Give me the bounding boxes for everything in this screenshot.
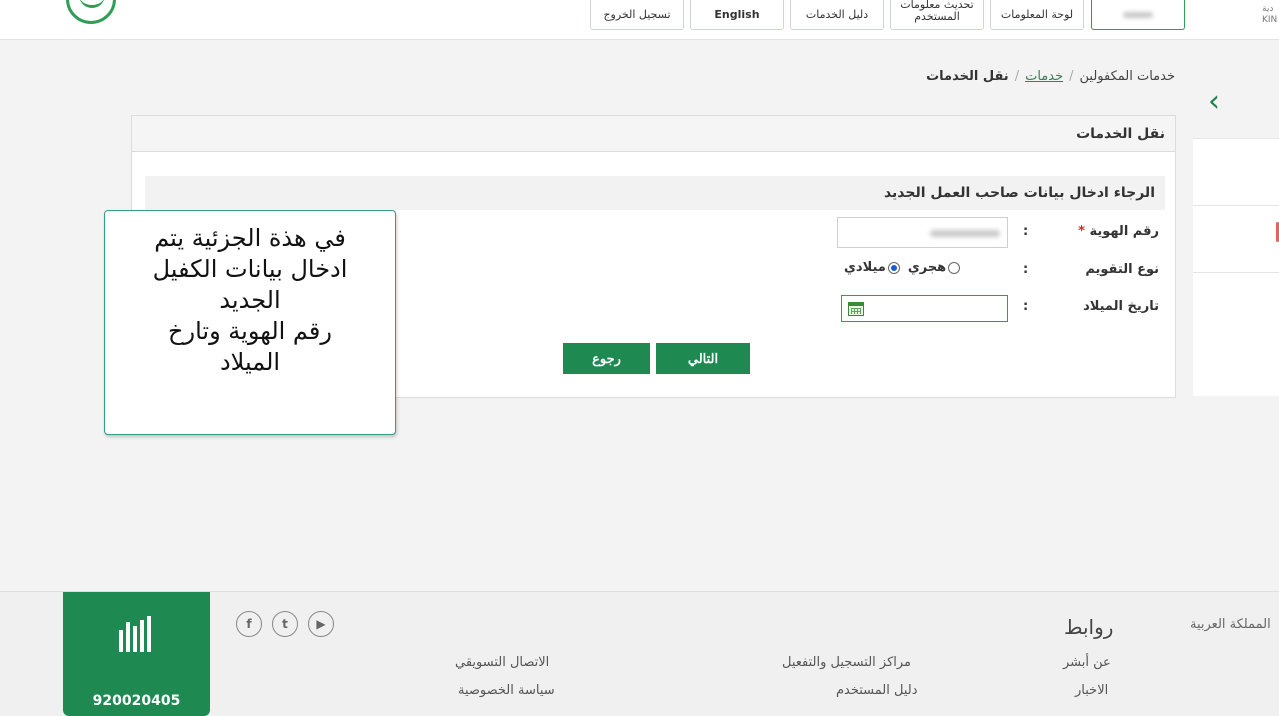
back-button[interactable]: رجوع <box>563 343 650 374</box>
side-menu-panel <box>1193 138 1279 396</box>
youtube-icon[interactable]: ▶ <box>308 611 334 637</box>
callout-line: في هذة الجزئية يتم <box>154 224 346 252</box>
footer-link-registration-centers[interactable]: مراكز التسجيل والتفعيل <box>782 655 911 670</box>
update-user-info-line1: تحديث معلومات <box>900 0 974 11</box>
id-number-input[interactable] <box>837 217 1008 248</box>
next-button[interactable]: التالي <box>656 343 750 374</box>
callout-line: ادخال بيانات الكفيل <box>152 255 348 283</box>
update-user-info-button[interactable]: تحديث معلومات المستخدم <box>890 0 984 30</box>
hijri-radio[interactable] <box>948 261 961 274</box>
services-guide-button[interactable]: دليل الخدمات <box>790 0 884 30</box>
calendar-icon[interactable] <box>848 302 864 316</box>
footer-link-privacy[interactable]: سياسة الخصوصية <box>458 683 555 698</box>
breadcrumb-root[interactable]: خدمات المكفولين <box>1080 69 1176 84</box>
support-phone-number: 920020405 <box>92 693 181 709</box>
twitter-icon[interactable]: t <box>272 611 298 637</box>
top-navigation-bar: تسجيل الخروج English دليل الخدمات تحديث … <box>0 0 1279 40</box>
gregorian-radio-option[interactable]: ميلادي <box>844 260 900 275</box>
birthdate-input[interactable] <box>841 295 1008 322</box>
annotation-callout: في هذة الجزئية يتم ادخال بيانات الكفيل ا… <box>104 210 396 435</box>
side-menu-divider <box>1193 272 1279 273</box>
user-name-button[interactable] <box>1091 0 1185 30</box>
hijri-label: هجري <box>907 260 947 275</box>
calendar-type-radio-group: هجري ميلادي <box>844 260 961 275</box>
breadcrumb: خدمات المكفولين / خدمات / نقل الخدمات <box>926 69 1175 84</box>
blurred-user-name <box>1123 11 1153 18</box>
callout-line: الميلاد <box>219 348 281 376</box>
footer-link-about[interactable]: عن أبشر <box>1063 655 1111 670</box>
header-corner-text: دية KIN <box>1262 4 1277 26</box>
gregorian-label: ميلادي <box>844 260 886 275</box>
footer-corner-text: المملكة العربية <box>1190 617 1271 632</box>
footer-link-marketing[interactable]: الاتصال التسويقي <box>455 655 549 670</box>
blurred-id-value <box>930 230 1000 237</box>
hijri-radio-option[interactable]: هجري <box>907 260 961 275</box>
id-number-label: رقم الهوية * <box>1078 224 1159 239</box>
header-corner-line1: دية <box>1262 4 1274 14</box>
absher-badge: 920020405 <box>63 592 210 716</box>
breadcrumb-current: نقل الخدمات <box>926 69 1009 84</box>
breadcrumb-separator: / <box>1069 69 1074 84</box>
language-switch-button[interactable]: English <box>690 0 784 30</box>
id-number-label-text: رقم الهوية <box>1089 224 1159 239</box>
breadcrumb-separator: / <box>1014 69 1020 84</box>
logout-button[interactable]: تسجيل الخروج <box>590 0 684 30</box>
facebook-icon[interactable]: f <box>236 611 262 637</box>
birthdate-label: تاريخ الميلاد <box>1083 299 1159 314</box>
breadcrumb-services-link[interactable]: خدمات <box>1025 69 1063 84</box>
callout-line: الجديد <box>219 286 281 314</box>
calendar-type-label: نوع التقويم <box>1085 262 1159 277</box>
footer-link-news[interactable]: الاخبار <box>1075 683 1108 698</box>
footer-link-user-guide[interactable]: دليل المستخدم <box>836 683 918 698</box>
side-menu-divider <box>1193 205 1279 206</box>
ministry-logo-icon <box>66 0 116 24</box>
update-user-info-line2: المستخدم <box>914 9 960 23</box>
absher-logo-icon <box>117 612 157 652</box>
card-title: نقل الخدمات <box>132 116 1175 152</box>
sidebar-collapse-chevron-icon[interactable]: ‹ <box>1208 87 1220 117</box>
required-mark: * <box>1078 224 1085 239</box>
colon: : <box>1023 299 1029 314</box>
gregorian-radio[interactable] <box>887 261 900 274</box>
links-heading: روابط <box>1064 615 1114 639</box>
header-corner-line2: KIN <box>1262 15 1278 25</box>
colon: : <box>1023 262 1029 277</box>
dashboard-button[interactable]: لوحة المعلومات <box>990 0 1084 30</box>
section-title: الرجاء ادخال بيانات صاحب العمل الجديد <box>145 176 1165 210</box>
callout-line: رقم الهوية وتارخ <box>168 317 332 345</box>
colon: : <box>1023 224 1029 239</box>
